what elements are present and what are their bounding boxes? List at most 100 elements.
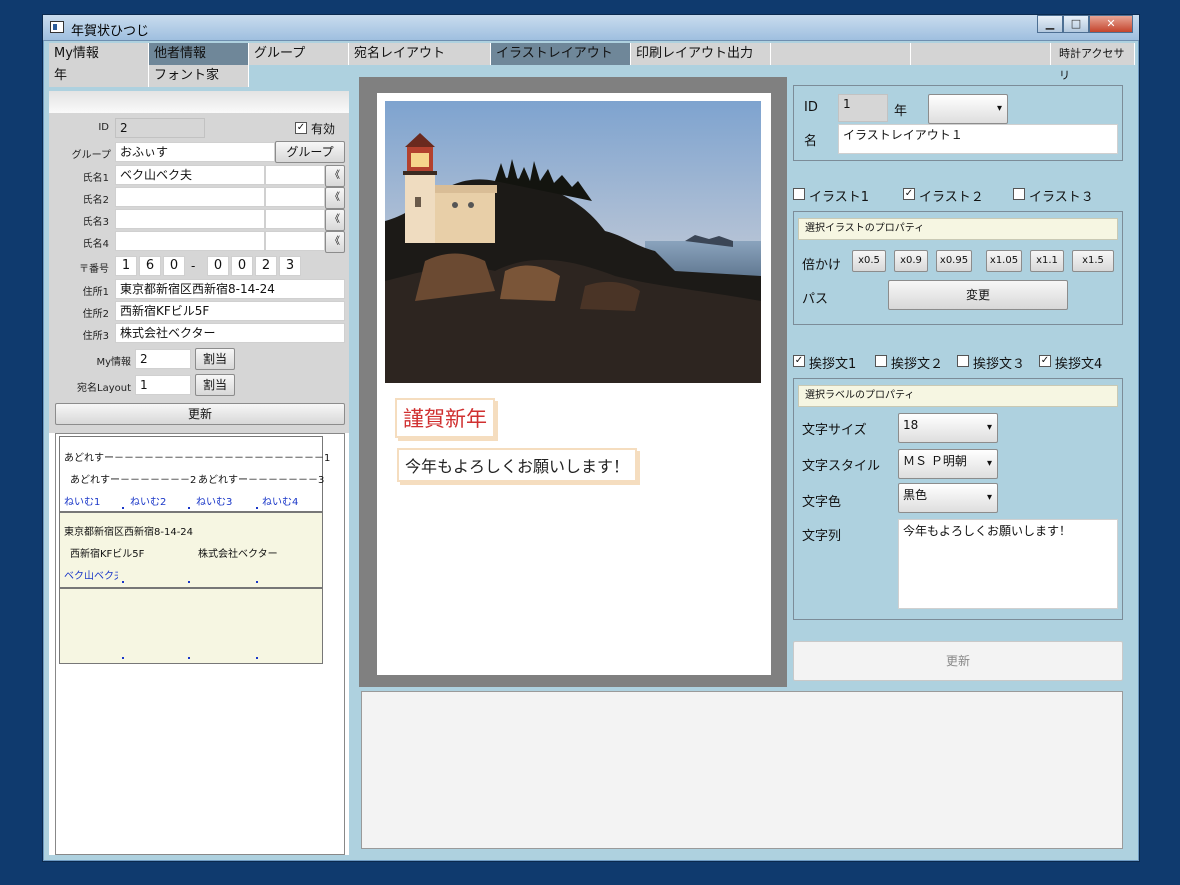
marker-dot <box>256 657 258 659</box>
address-layout-assign-button[interactable]: 割当 <box>195 374 235 396</box>
zip-digit-7[interactable]: 3 <box>279 256 301 276</box>
right-update-button[interactable]: 更新 <box>793 641 1123 681</box>
scale-x1.1-button[interactable]: x1.1 <box>1030 250 1064 272</box>
valid-checkbox[interactable]: ✓ <box>295 122 307 134</box>
greeting3-checkbox[interactable] <box>957 355 969 367</box>
change-path-button[interactable]: 変更 <box>888 280 1068 310</box>
left-panel-header <box>49 91 349 113</box>
greeting1-checkbox[interactable]: ✓ <box>793 355 805 367</box>
address3-field[interactable]: 株式会社ベクター <box>115 323 345 343</box>
tab-blank-1[interactable] <box>771 43 911 65</box>
postcard-paper: 謹賀新年 今年もよろしくお願いします！ <box>377 93 771 675</box>
marker-dot <box>188 657 190 659</box>
tab-row-primary: My情報 他者情報 グループ 宛名レイアウト イラストレイアウト 印刷レイアウト… <box>49 43 1135 82</box>
zip-digit-4[interactable]: 0 <box>207 256 229 276</box>
greeting4-checkbox[interactable]: ✓ <box>1039 355 1051 367</box>
card1-name-1: ねいむ1 <box>64 497 101 508</box>
close-icon[interactable]: ✕ <box>1089 15 1133 33</box>
maximize-icon[interactable]: □ <box>1063 15 1089 33</box>
tab-print-output[interactable]: 印刷レイアウト出力 <box>631 43 771 65</box>
window-title: 年賀状ひつじ <box>71 24 150 39</box>
zip-label: 〒番号 <box>79 264 109 275</box>
window-controls: ▁ □ ✕ <box>1037 15 1133 33</box>
illust2-checkbox[interactable]: ✓ <box>903 188 915 200</box>
address2-field[interactable]: 西新宿KFビル5F <box>115 301 345 321</box>
address1-field[interactable]: 東京都新宿区西新宿8-14-24 <box>115 279 345 299</box>
greeting4-check-label: 挨拶文4 <box>1055 357 1103 372</box>
tab-year[interactable]: 年 <box>49 65 149 87</box>
id-field: 2 <box>115 118 205 138</box>
layout-info-box: ID 1 年 名 イラストレイアウト１ <box>793 85 1123 161</box>
name3-field[interactable] <box>115 209 265 229</box>
name4-field[interactable] <box>115 231 265 251</box>
year-select[interactable] <box>928 94 1008 124</box>
name2-field[interactable] <box>115 187 265 207</box>
name4-extra-field[interactable] <box>265 231 325 251</box>
illust1-checkbox[interactable] <box>793 188 805 200</box>
lighthouse-illustration[interactable] <box>385 101 761 383</box>
preview-card-template[interactable]: あどれすー－－－－－－－－－－－－－－－－－－－－－1 あどれすー－－－－－－－… <box>59 436 330 512</box>
label-properties-header: 選択ラベルのプロパティ <box>798 385 1118 407</box>
greeting-label-1[interactable]: 謹賀新年 <box>395 398 495 438</box>
tab-illust-layout[interactable]: イラストレイアウト <box>491 43 631 65</box>
scale-x0.95-button[interactable]: x0.95 <box>936 250 972 272</box>
tab-group[interactable]: グループ <box>249 43 349 65</box>
zip-dash: - <box>191 259 196 273</box>
minimize-icon[interactable]: ▁ <box>1037 15 1063 33</box>
font-size-select[interactable]: 18 <box>898 413 998 443</box>
text-string-label: 文字列 <box>802 529 842 544</box>
scale-label: 倍かけ <box>802 258 842 273</box>
card1-name-2: ねいむ2 <box>130 497 167 508</box>
year-label: 年 <box>894 104 908 119</box>
tab-clock-accessory[interactable]: 時計アクセサリ <box>1051 43 1135 82</box>
name3-extra-field[interactable] <box>265 209 325 229</box>
layout-name-field[interactable]: イラストレイアウト１ <box>838 124 1118 154</box>
greeting2-checkbox[interactable] <box>875 355 887 367</box>
name1-extra-field[interactable] <box>265 165 325 185</box>
card1-name-3: ねいむ3 <box>196 497 233 508</box>
name2-arrow-button[interactable]: 《 <box>325 187 345 209</box>
left-update-button[interactable]: 更新 <box>55 403 345 425</box>
group-field[interactable]: おふぃす <box>115 142 275 162</box>
name3-arrow-button[interactable]: 《 <box>325 209 345 231</box>
myinfo-label: My情報 <box>96 357 131 368</box>
preview-card-empty[interactable] <box>59 588 323 664</box>
address1-label: 住所1 <box>82 287 109 298</box>
card1-address-line3: あどれすー－－－－－－－3 <box>198 475 325 486</box>
text-string-field[interactable]: 今年もよろしくお願いします！ <box>898 519 1118 609</box>
zip-digit-3[interactable]: 0 <box>163 256 185 276</box>
greeting-label-2[interactable]: 今年もよろしくお願いします！ <box>397 448 638 482</box>
group-button[interactable]: グループ <box>275 141 345 163</box>
illust3-checkbox[interactable] <box>1013 188 1025 200</box>
address-layout-field[interactable]: 1 <box>135 375 191 395</box>
address-preview-list: あどれすー－－－－－－－－－－－－－－－－－－－－－1 あどれすー－－－－－－－… <box>55 433 345 855</box>
tab-font[interactable]: フォント家 <box>149 65 249 87</box>
zip-digit-6[interactable]: 2 <box>255 256 277 276</box>
tab-other-info[interactable]: 他者情報 <box>149 43 249 65</box>
scale-x0.5-button[interactable]: x0.5 <box>852 250 886 272</box>
scale-x1.5-button[interactable]: x1.5 <box>1072 250 1114 272</box>
tab-blank-2[interactable] <box>911 43 1051 65</box>
tab-address-layout[interactable]: 宛名レイアウト <box>349 43 491 65</box>
zip-digit-1[interactable]: 1 <box>115 256 137 276</box>
card1-address-line2: あどれすー－－－－－－－2 <box>70 475 197 486</box>
font-style-select[interactable]: ＭＳ Ｐ明朝 <box>898 449 998 479</box>
name4-arrow-button[interactable]: 《 <box>325 231 345 253</box>
zip-digit-5[interactable]: 0 <box>231 256 253 276</box>
name3-label: 氏名3 <box>82 217 109 228</box>
name1-field[interactable]: ベク山ベク夫 <box>115 165 265 185</box>
zip-digit-2[interactable]: 6 <box>139 256 161 276</box>
preview-card-selected[interactable]: 東京都新宿区西新宿8-14-24 西新宿KFビル5F 株式会社ベクター ベク山ベ… <box>59 512 323 588</box>
myinfo-assign-button[interactable]: 割当 <box>195 348 235 370</box>
font-color-select[interactable]: 黒色 <box>898 483 998 513</box>
font-color-label: 文字色 <box>802 495 842 510</box>
name1-arrow-button[interactable]: 《 <box>325 165 345 187</box>
tab-my-info[interactable]: My情報 <box>49 43 149 65</box>
layout-id-label: ID <box>804 100 818 115</box>
scale-x0.9-button[interactable]: x0.9 <box>894 250 928 272</box>
valid-label: 有効 <box>311 122 336 136</box>
address2-label: 住所2 <box>82 309 109 320</box>
myinfo-field[interactable]: 2 <box>135 349 191 369</box>
scale-x1.05-button[interactable]: x1.05 <box>986 250 1022 272</box>
name2-extra-field[interactable] <box>265 187 325 207</box>
